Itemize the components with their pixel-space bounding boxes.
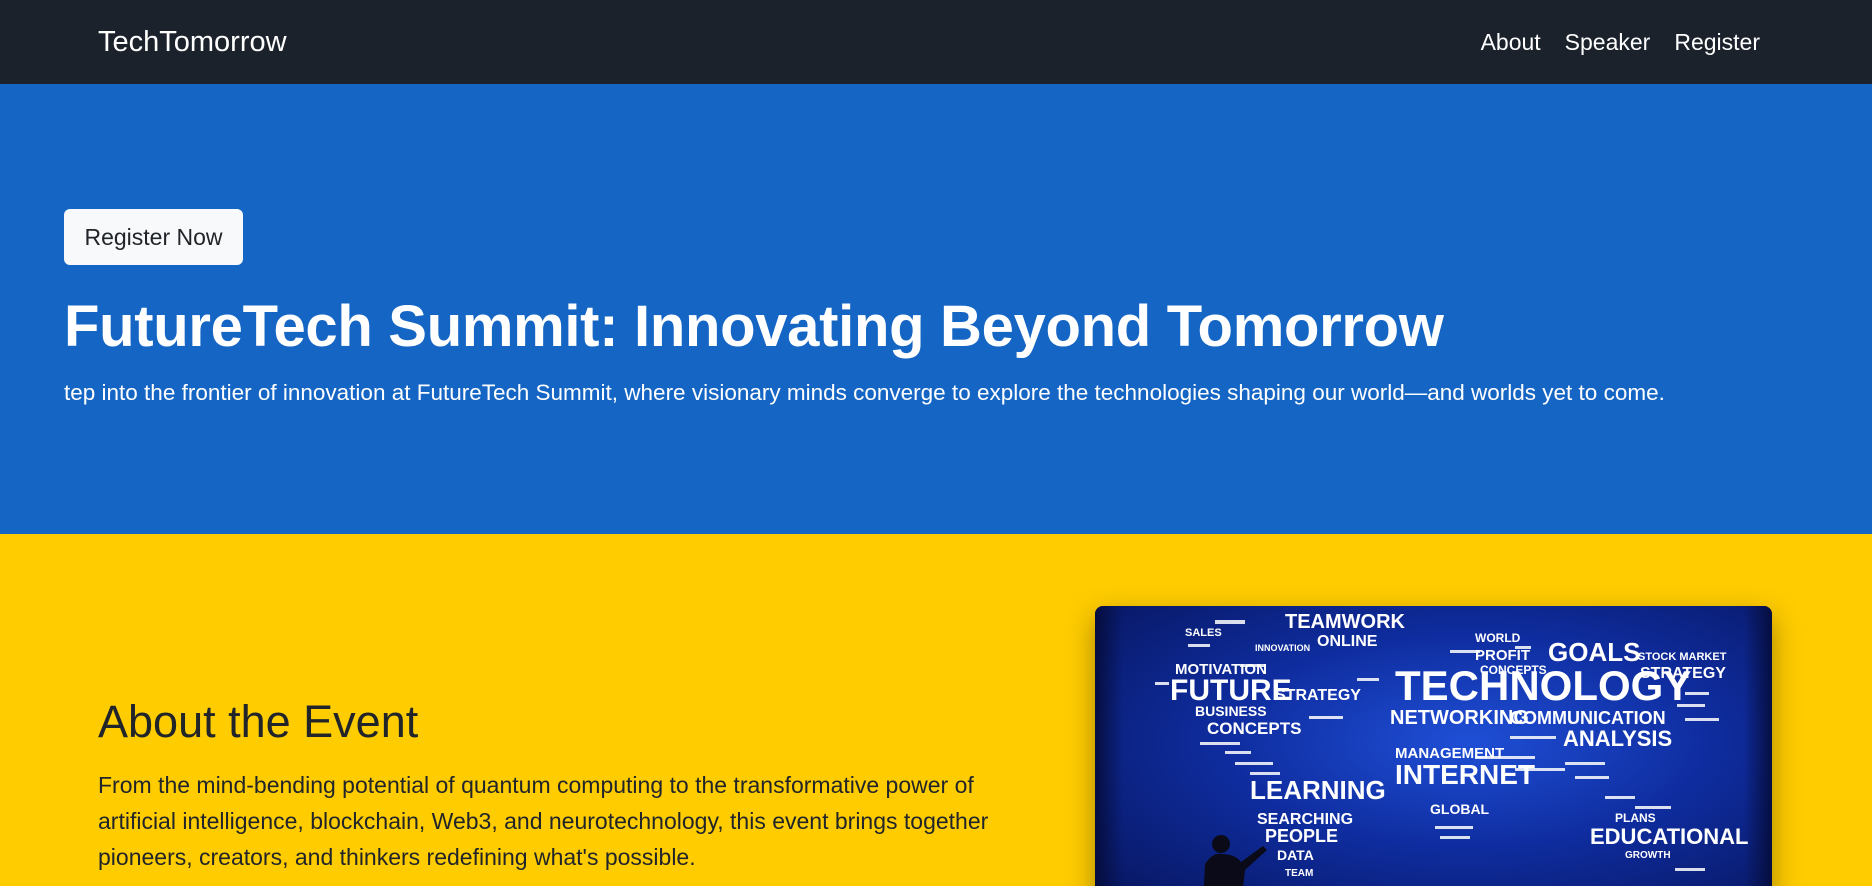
word-analysis: ANALYSIS — [1563, 726, 1672, 751]
word-concepts-left: CONCEPTS — [1207, 719, 1301, 738]
nav-link-register[interactable]: Register — [1674, 23, 1760, 61]
word-innovation: INNOVATION — [1255, 643, 1310, 653]
brand-link[interactable]: TechTomorrow — [98, 23, 287, 61]
word-learning: LEARNING — [1250, 775, 1386, 805]
hero-section: Register Now FutureTech Summit: Innovati… — [0, 84, 1872, 534]
speaker-silhouette — [1203, 835, 1267, 886]
word-plans: PLANS — [1615, 811, 1656, 825]
word-world: WORLD — [1475, 631, 1521, 645]
word-networking: NETWORKING — [1390, 707, 1529, 729]
hero-title: FutureTech Summit: Innovating Beyond Tom… — [64, 294, 1444, 359]
word-growth: GROWTH — [1625, 850, 1671, 861]
word-people: PEOPLE — [1265, 826, 1338, 846]
nav-link-about[interactable]: About — [1481, 23, 1541, 61]
word-sales: SALES — [1185, 627, 1222, 639]
about-text: From the mind-bending potential of quant… — [98, 772, 989, 870]
word-teamwork: TEAMWORK — [1285, 611, 1406, 633]
word-strategy-left: STRATEGY — [1275, 687, 1361, 704]
word-business: BUSINESS — [1195, 703, 1267, 719]
word-map-illustration: TEAMWORK ONLINE SALES INNOVATION MOTIVAT… — [1095, 606, 1772, 886]
word-internet: INTERNET — [1395, 759, 1535, 790]
about-section: About the Event From the mind-bending po… — [0, 534, 1872, 886]
word-stock-market: STOCK MARKET — [1638, 651, 1727, 663]
nav-link-speaker[interactable]: Speaker — [1565, 23, 1651, 61]
word-data: DATA — [1277, 847, 1314, 863]
hero-subtitle: tep into the frontier of innovation at F… — [64, 380, 1665, 405]
word-global: GLOBAL — [1430, 801, 1490, 817]
word-educational: EDUCATIONAL — [1590, 824, 1748, 849]
word-communication: COMMUNICATION — [1510, 708, 1666, 728]
word-team: TEAM — [1285, 868, 1313, 879]
word-strategy: STRATEGY — [1640, 665, 1726, 682]
nav-links: About Speaker Register — [1481, 23, 1760, 61]
about-title: About the Event — [98, 696, 419, 747]
register-now-button[interactable]: Register Now — [64, 209, 243, 265]
navbar: TechTomorrow About Speaker Register — [0, 0, 1872, 84]
technology-word-map-image: TEAMWORK ONLINE SALES INNOVATION MOTIVAT… — [1095, 606, 1772, 886]
word-online: ONLINE — [1317, 633, 1378, 650]
